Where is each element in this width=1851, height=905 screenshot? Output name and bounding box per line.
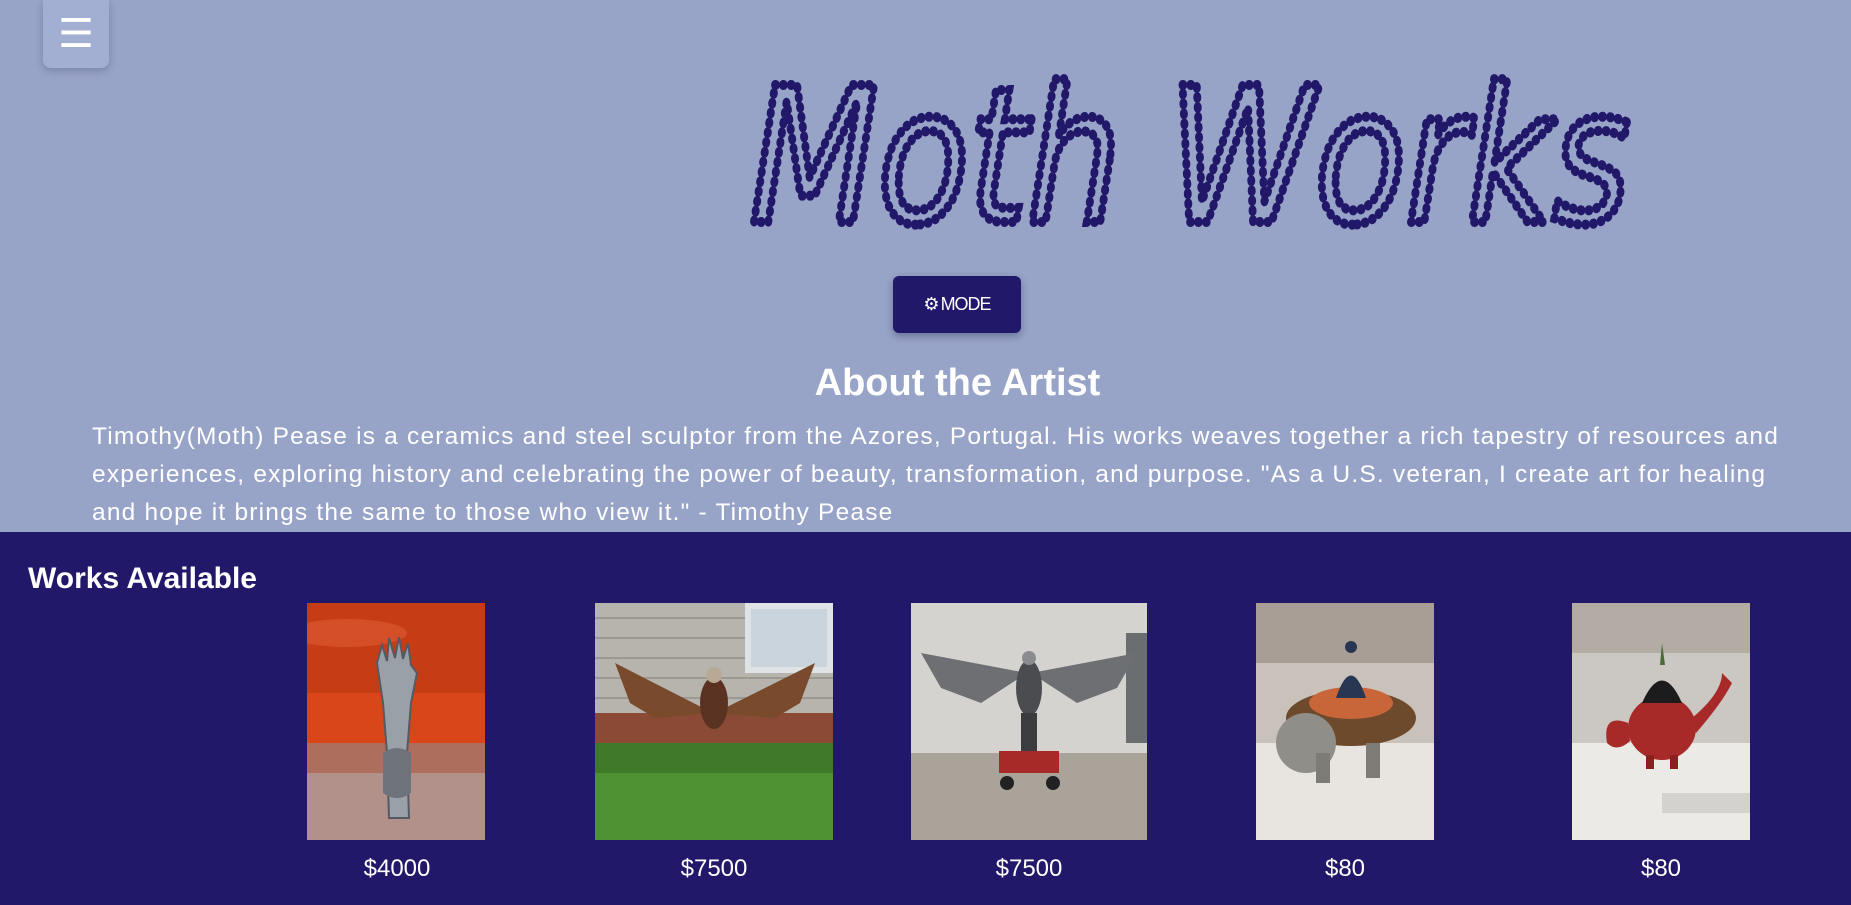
- about-text: Timothy(Moth) Pease is a ceramics and st…: [92, 423, 1780, 526]
- work-price: $4000: [363, 855, 431, 882]
- work-price: $7500: [680, 855, 748, 882]
- mode-button-label: MODE: [940, 294, 992, 314]
- work-price: $80: [1324, 855, 1366, 882]
- mode-toggle-button[interactable]: ⚙ MODE: [893, 276, 1021, 333]
- hamburger-menu-icon: ☰: [58, 12, 94, 56]
- work-image-hand-sculpture[interactable]: [307, 603, 485, 840]
- gear-icon: ⚙: [923, 294, 939, 314]
- work-image-turtle-teapot[interactable]: [1256, 603, 1434, 840]
- logo-text: Moth Works: [750, 70, 1630, 245]
- work-price: $80: [1640, 855, 1682, 882]
- work-image-dragon-teapot[interactable]: [1572, 603, 1750, 840]
- works-title: Works Available: [28, 562, 257, 595]
- works-section: Works Available $4000 $7500 $7500 $80 $8…: [0, 532, 1851, 905]
- work-image-eagle-lawn[interactable]: [595, 603, 833, 840]
- site-logo: Moth Works: [750, 70, 1635, 245]
- work-price: $7500: [995, 855, 1063, 882]
- menu-button[interactable]: ☰: [43, 0, 109, 68]
- work-image-eagle-cart[interactable]: [911, 603, 1147, 840]
- about-title: About the Artist: [814, 362, 1101, 404]
